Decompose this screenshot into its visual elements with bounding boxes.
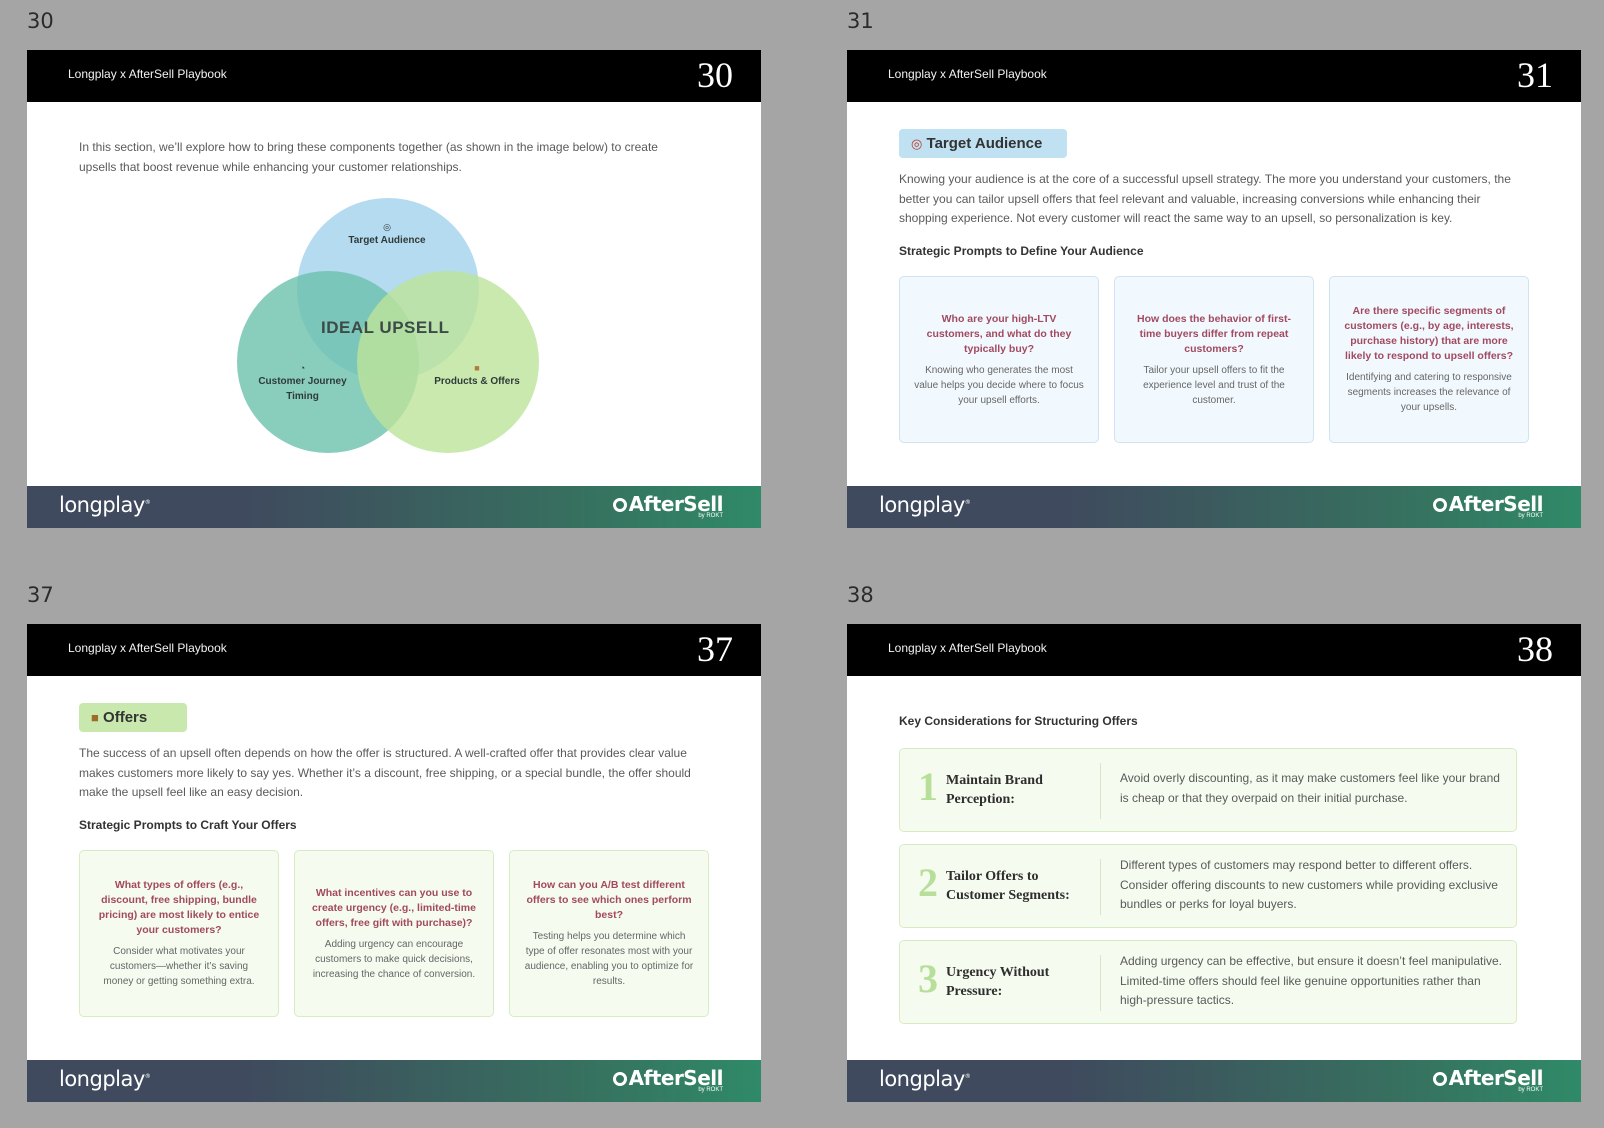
slide-header: Longplay x AfterSell Playbook 38 (847, 624, 1581, 676)
page-label-31: 31 (847, 9, 874, 33)
venn-circle-products (357, 271, 539, 453)
slide-number: 30 (697, 55, 733, 95)
aftersell-mark-icon (612, 498, 627, 512)
package-icon: ■ (474, 363, 480, 373)
slide-footer: longplay® AfterSell by ROKT (847, 486, 1581, 528)
slide-30[interactable]: Longplay x AfterSell Playbook 30 In this… (27, 50, 761, 528)
aftersell-logo: AfterSell by ROKT (1432, 1066, 1544, 1093)
item-title: Urgency Without Pressure: (946, 965, 1050, 999)
aftersell-logo: AfterSell by ROKT (1432, 492, 1544, 519)
section-pill-target-audience: ◎ Target Audience (899, 129, 1067, 158)
prompt-card: How does the behavior of first-time buye… (1114, 276, 1314, 443)
slide-footer: longplay® AfterSell by ROKT (27, 486, 761, 528)
consideration-item: 1 Maintain Brand Perception: Avoid overl… (899, 748, 1517, 832)
aftersell-logo: AfterSell by ROKT (612, 492, 724, 519)
sub-heading: Key Considerations for Structuring Offer… (899, 714, 1138, 728)
prompt-card: How can you A/B test different offers to… (509, 850, 709, 1017)
sub-heading: Strategic Prompts to Define Your Audienc… (899, 244, 1144, 258)
longplay-logo: longplay® (879, 493, 971, 517)
slide-header: Longplay x AfterSell Playbook 30 (27, 50, 761, 102)
longplay-logo: longplay® (879, 1067, 971, 1091)
intro-text: In this section, we’ll explore how to br… (79, 140, 658, 174)
aftersell-logo: AfterSell by ROKT (612, 1066, 724, 1093)
venn-label-timing: ◔ Customer Journey Timing (255, 363, 350, 404)
header-title: Longplay x AfterSell Playbook (68, 641, 227, 655)
aftersell-mark-icon (1432, 498, 1447, 512)
slide-37[interactable]: Longplay x AfterSell Playbook 37 ■ Offer… (27, 624, 761, 1102)
item-divider (1100, 763, 1101, 819)
slide-31[interactable]: Longplay x AfterSell Playbook 31 ◎ Targe… (847, 50, 1581, 528)
venn-label-products: ■ Products & Offers (427, 363, 527, 389)
header-title: Longplay x AfterSell Playbook (888, 641, 1047, 655)
longplay-logo: longplay® (59, 1067, 151, 1091)
slide-header: Longplay x AfterSell Playbook 37 (27, 624, 761, 676)
item-number: 2 (918, 860, 938, 905)
page-label-37: 37 (27, 583, 54, 607)
item-divider (1100, 859, 1101, 915)
item-divider (1100, 955, 1101, 1011)
slide-number: 31 (1517, 55, 1553, 95)
section-pill-offers: ■ Offers (79, 703, 187, 732)
page-label-38: 38 (847, 583, 874, 607)
consideration-item: 3 Urgency Without Pressure: Adding urgen… (899, 940, 1517, 1024)
target-icon: ◎ (911, 136, 923, 151)
header-title: Longplay x AfterSell Playbook (68, 67, 227, 81)
venn-label-target: ◎ Target Audience (332, 222, 442, 248)
prompt-card: What incentives can you use to create ur… (294, 850, 494, 1017)
slide-number: 37 (697, 629, 733, 669)
target-icon: ◎ (383, 222, 391, 232)
item-number: 1 (918, 764, 938, 809)
item-title: Tailor Offers to Customer Segments: (946, 869, 1070, 903)
item-number: 3 (918, 956, 938, 1001)
prompt-card: What types of offers (e.g., discount, fr… (79, 850, 279, 1017)
sub-heading: Strategic Prompts to Craft Your Offers (79, 818, 297, 832)
prompt-card: Are there specific segments of customers… (1329, 276, 1529, 443)
intro-text: The success of an upsell often depends o… (79, 746, 691, 799)
slide-footer: longplay® AfterSell by ROKT (847, 1060, 1581, 1102)
slide-footer: longplay® AfterSell by ROKT (27, 1060, 761, 1102)
package-icon: ■ (91, 710, 99, 725)
slide-header: Longplay x AfterSell Playbook 31 (847, 50, 1581, 102)
page-label-30: 30 (27, 9, 54, 33)
slide-38[interactable]: Longplay x AfterSell Playbook 38 Key Con… (847, 624, 1581, 1102)
aftersell-mark-icon (1432, 1072, 1447, 1086)
item-description: Adding urgency can be effective, but ens… (1120, 954, 1503, 1007)
item-description: Avoid overly discounting, as it may make… (1120, 771, 1500, 805)
consideration-item: 2 Tailor Offers to Customer Segments: Di… (899, 844, 1517, 928)
venn-diagram: ◎ Target Audience ◔ Customer Journey Tim… (237, 198, 539, 453)
venn-center-label: IDEAL UPSELL (321, 318, 450, 337)
longplay-logo: longplay® (59, 493, 151, 517)
item-description: Different types of customers may respond… (1120, 858, 1498, 911)
slide-number: 38 (1517, 629, 1553, 669)
aftersell-mark-icon (612, 1072, 627, 1086)
item-title: Maintain Brand Perception: (946, 773, 1043, 807)
intro-text: Knowing your audience is at the core of … (899, 172, 1511, 225)
prompt-card: Who are your high-LTV customers, and wha… (899, 276, 1099, 443)
header-title: Longplay x AfterSell Playbook (888, 67, 1047, 81)
clock-icon: ◔ (299, 363, 306, 373)
